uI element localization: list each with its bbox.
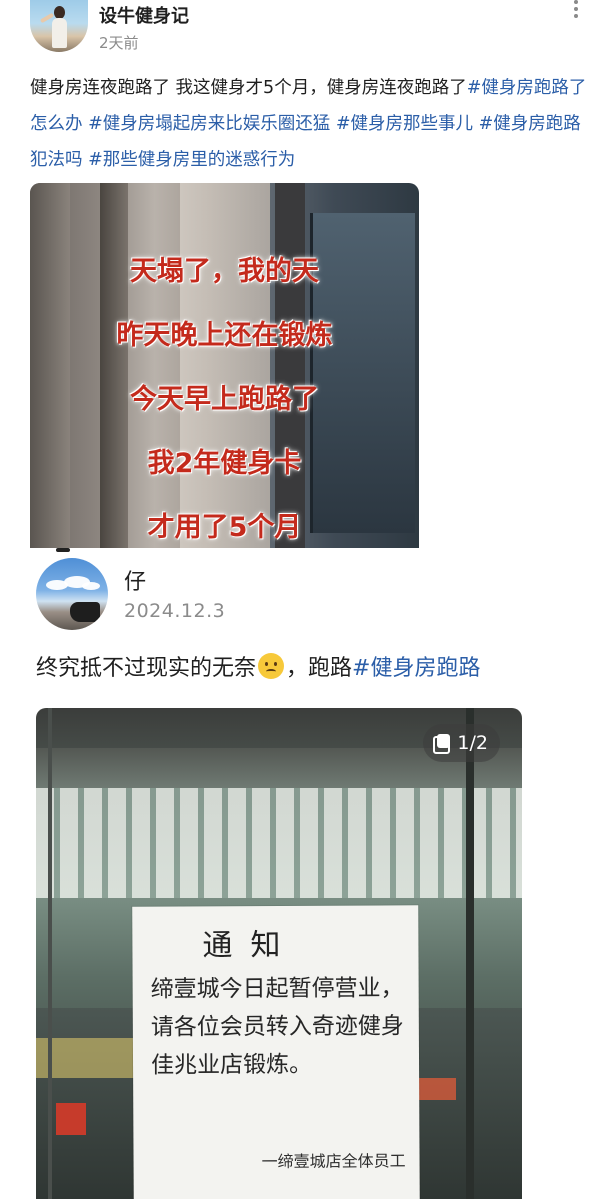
car-mirror-graphic xyxy=(70,602,100,622)
post-body-text: 健身房连夜跑路了 我这健身才5个月，健身房连夜跑路了 xyxy=(30,78,467,98)
post-card-2[interactable]: 仔 2024.12.3 终究抵不过现实的无奈 ，跑路#健身房跑路 通知 缔壹城今日… xyxy=(0,548,594,1199)
overlay-line: 天塌了，我的天 xyxy=(130,256,319,287)
post-body-text: ，跑路 xyxy=(286,656,353,681)
pages-icon xyxy=(433,734,451,754)
hashtag-link[interactable]: #健身房跑路 xyxy=(352,656,480,681)
post-image[interactable]: 天塌了，我的天 昨天晚上还在锻炼 今天早上跑路了 我2年健身卡 才用了5个月 xyxy=(30,183,419,548)
username[interactable]: 设牛健身记 xyxy=(99,2,189,28)
closure-notice: 通知 缔壹城今日起暂停营业，请各位会员转入奇迹健身佳兆业店锻炼。 一缔壹城店全体… xyxy=(132,905,420,1199)
username[interactable]: 仔 xyxy=(124,564,146,596)
more-options-icon[interactable] xyxy=(566,0,586,20)
notice-title: 通知 xyxy=(202,927,299,964)
notice-body: 缔壹城今日起暂停营业，请各位会员转入奇迹健身佳兆业店锻炼。 xyxy=(150,975,404,1079)
overlay-line: 才用了5个月 xyxy=(147,512,302,543)
overlay-line: 今天早上跑路了 xyxy=(130,384,319,415)
avatar[interactable] xyxy=(30,0,88,52)
pager-count: 1/2 xyxy=(457,732,488,754)
post-card-1[interactable]: 设牛健身记 2天前 健身房连夜跑路了 我这健身才5个月，健身房连夜跑路了#健身房… xyxy=(0,0,594,548)
avatar[interactable] xyxy=(36,558,108,630)
hashtag-link[interactable]: #健身房那些事儿 xyxy=(336,114,473,134)
image-pager[interactable]: 1/2 xyxy=(423,724,500,762)
post-time: 2024.12.3 xyxy=(124,600,226,622)
hashtag-link[interactable]: #那些健身房里的迷惑行为 xyxy=(88,150,295,170)
post-text: 健身房连夜跑路了 我这健身才5个月，健身房连夜跑路了#健身房跑路了怎么办 #健身… xyxy=(30,70,590,178)
overlay-line: 昨天晚上还在锻炼 xyxy=(116,320,333,351)
avatar-person-graphic xyxy=(39,6,68,50)
post-text: 终究抵不过现实的无奈 ，跑路#健身房跑路 xyxy=(36,650,586,682)
overlay-line: 我2年健身卡 xyxy=(147,448,302,479)
divider xyxy=(56,548,70,552)
hashtag-link[interactable]: #健身房塌起房来比娱乐圈还猛 xyxy=(88,114,330,134)
post-time: 2天前 xyxy=(99,34,139,52)
post-body-text: 终究抵不过现实的无奈 xyxy=(36,656,257,681)
post-image[interactable]: 通知 缔壹城今日起暂停营业，请各位会员转入奇迹健身佳兆业店锻炼。 一缔壹城店全体… xyxy=(36,708,522,1199)
image-caption-overlay: 天塌了，我的天 昨天晚上还在锻炼 今天早上跑路了 我2年健身卡 才用了5个月 xyxy=(30,183,419,548)
worried-face-icon xyxy=(258,653,285,679)
notice-signature: 一缔壹城店全体员工 xyxy=(261,1151,406,1172)
